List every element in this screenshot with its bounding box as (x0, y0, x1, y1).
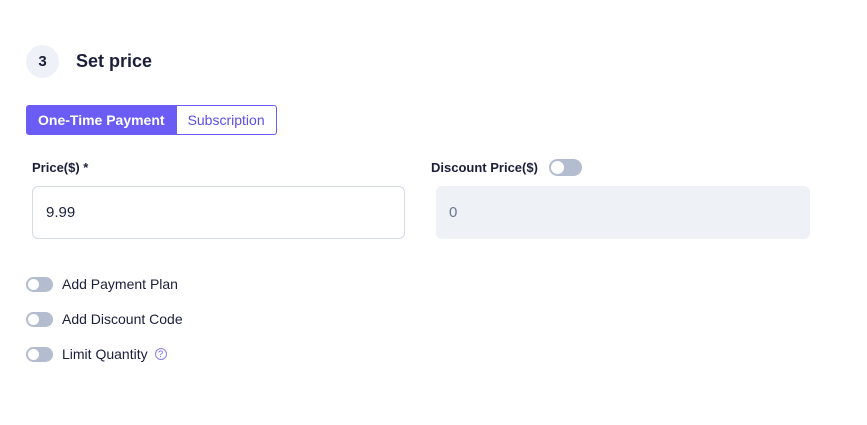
toggle-knob (551, 161, 564, 174)
option-limit-quantity: Limit Quantity ? (26, 346, 167, 362)
tab-subscription[interactable]: Subscription (176, 105, 277, 135)
limit-quantity-toggle[interactable] (26, 346, 53, 362)
tab-one-time-payment[interactable]: One-Time Payment (26, 105, 177, 135)
discount-price-label: Discount Price($) (431, 160, 538, 175)
question-mark-icon[interactable]: ? (154, 348, 167, 360)
step-number-badge: 3 (26, 45, 59, 78)
option-add-payment-plan: Add Payment Plan (26, 276, 178, 292)
discount-price-toggle[interactable] (549, 159, 582, 176)
add-discount-code-label: Add Discount Code (62, 311, 183, 327)
add-payment-plan-label: Add Payment Plan (62, 276, 178, 292)
section-title: Set price (76, 51, 153, 71)
payment-type-tabs: One-Time Payment Subscription (26, 105, 277, 135)
add-payment-plan-toggle[interactable] (26, 276, 53, 292)
limit-quantity-label: Limit Quantity (62, 346, 148, 362)
step-header: 3 Set price (26, 45, 152, 78)
discount-price-placeholder: 0 (449, 204, 458, 221)
toggle-knob (28, 278, 39, 290)
price-value: 9.99 (46, 204, 76, 221)
discount-price-input[interactable]: 0 (436, 186, 810, 239)
price-input[interactable]: 9.99 (32, 186, 405, 239)
option-add-discount-code: Add Discount Code (26, 311, 183, 327)
add-discount-code-toggle[interactable] (26, 311, 53, 327)
price-label: Price($) * (32, 160, 89, 175)
toggle-knob (28, 348, 39, 360)
toggle-knob (28, 313, 39, 325)
